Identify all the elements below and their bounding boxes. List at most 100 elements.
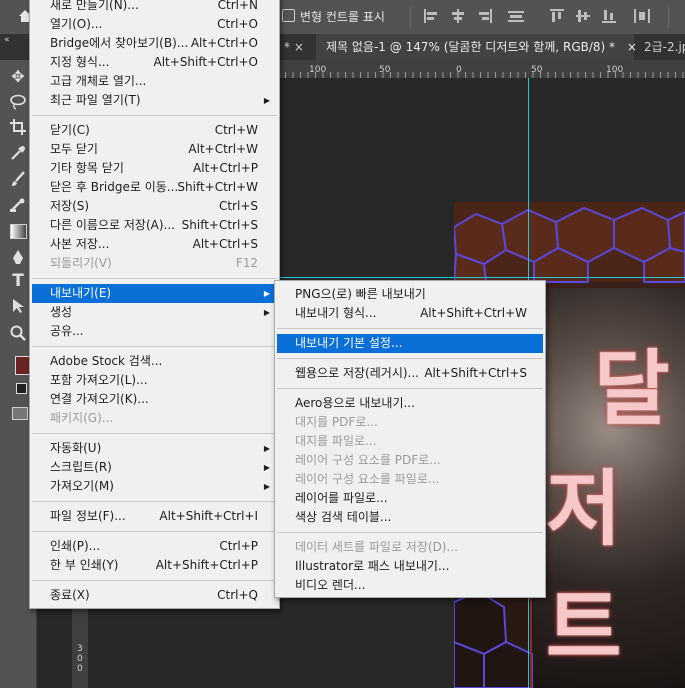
menu-item-label: 되돌리기(V) <box>50 256 112 270</box>
export-submenu: PNG으(로) 빠른 내보내기 내보내기 형식... Alt+Shift+Ctrl+… <box>274 280 546 598</box>
export_submenu-item-12[interactable]: 레이어를 파일로... <box>277 489 543 508</box>
crop-tool-icon[interactable] <box>6 116 30 138</box>
export_submenu-item-13[interactable]: 색상 검색 테이블... <box>277 508 543 527</box>
menu-item-shortcut: Ctrl+W <box>214 123 258 137</box>
menu-separator <box>32 278 277 279</box>
menu-item-label: 최근 파일 열기(T) <box>50 93 141 107</box>
ruler-label: 3 <box>77 644 83 654</box>
menu-item-label: 새로 만들기(N)... <box>50 0 139 12</box>
menu-item-shortcut: Alt+Ctrl+O <box>190 36 258 50</box>
file_menu-item-10[interactable]: 닫은 후 Bridge로 이동... Shift+Ctrl+W <box>32 178 276 197</box>
align-top-icon[interactable] <box>550 9 566 23</box>
submenu-arrow-icon: ▶ <box>263 289 270 298</box>
submenu-arrow-icon: ▶ <box>263 444 270 453</box>
menu-item-label: 열기(O)... <box>50 17 103 31</box>
distribute-vertical-icon[interactable] <box>634 9 650 23</box>
menu-item-label: 포함 가져오기(L)... <box>50 373 148 387</box>
menu-item-label: 종료(X) <box>50 588 90 602</box>
file_menu-item-8[interactable]: 모두 닫기 Alt+Ctrl+W <box>32 140 276 159</box>
collapse-panels-icon[interactable]: « <box>4 34 10 46</box>
gradient-tool-icon[interactable] <box>6 220 30 242</box>
menu-item-label: Aero용으로 내보내기... <box>295 396 415 410</box>
align-middle-icon[interactable] <box>576 9 592 23</box>
quick-mask-icon[interactable] <box>12 407 28 420</box>
menu-item-label: 저장(S) <box>50 199 90 213</box>
file_menu-item-22[interactable]: 연결 가져오기(K)... <box>32 390 276 409</box>
file_menu-item-0[interactable]: 새로 만들기(N)... Ctrl+N <box>32 0 276 15</box>
menu-item-label: 내보내기 기본 설정... <box>295 336 403 350</box>
file_menu-item-21[interactable]: 포함 가져오기(L)... <box>32 371 276 390</box>
file_menu-item-1[interactable]: 열기(O)... Ctrl+O <box>32 15 276 34</box>
menu-item-shortcut: Alt+Shift+Ctrl+I <box>159 509 258 523</box>
align-right-icon[interactable] <box>476 9 492 23</box>
menu-separator <box>32 501 277 502</box>
file_menu-item-29[interactable]: 파일 정보(F)... Alt+Shift+Ctrl+I <box>32 507 276 526</box>
menu-item-label: 데이터 세트를 파일로 저장(D)... <box>295 540 458 554</box>
export_submenu-item-9: 대지를 파일로... <box>277 432 543 451</box>
file_menu-item-25[interactable]: 자동화(U) ▶ <box>32 439 276 458</box>
export_submenu-item-1[interactable]: 내보내기 형식... Alt+Shift+Ctrl+W <box>277 304 543 323</box>
file_menu-item-14: 되돌리기(V) F12 <box>32 254 276 273</box>
align-bottom-icon[interactable] <box>602 9 618 23</box>
menu-item-label: 패키지(G)... <box>50 411 114 425</box>
export_submenu-item-7[interactable]: Aero용으로 내보내기... <box>277 394 543 413</box>
align-distribute-icon[interactable] <box>508 9 524 23</box>
tab-active-document[interactable]: 제목 없음-1 @ 147% (달콤한 디저트와 함께, RGB/8) * × <box>316 34 637 60</box>
export_submenu-item-5[interactable]: 웹용으로 저장(레거시)... Alt+Shift+Ctrl+S <box>277 364 543 383</box>
menu-separator <box>277 532 543 533</box>
export_submenu-item-16[interactable]: Illustrator로 패스 내보내기... <box>277 557 543 576</box>
menu-item-label: 닫기(C) <box>50 123 90 137</box>
file_menu-item-4[interactable]: 고급 개체로 열기... <box>32 72 276 91</box>
menu-item-label: 대지를 파일로... <box>295 434 377 448</box>
file_menu-item-11[interactable]: 저장(S) Ctrl+S <box>32 197 276 216</box>
align-center-icon[interactable] <box>450 9 466 23</box>
file_menu-item-12[interactable]: 다른 이름으로 저장(A)... Shift+Ctrl+S <box>32 216 276 235</box>
file_menu-item-31[interactable]: 인쇄(P)... Ctrl+P <box>32 537 276 556</box>
menu-item-shortcut: Shift+Ctrl+W <box>177 180 258 194</box>
clone-stamp-tool-icon[interactable] <box>6 194 30 216</box>
swap-colors-icon[interactable] <box>16 383 27 394</box>
menu-item-label: 파일 정보(F)... <box>50 509 126 523</box>
transform-controls-checkbox[interactable] <box>282 9 295 22</box>
move-tool-icon[interactable]: ✥ <box>6 66 30 88</box>
file_menu-item-34[interactable]: 종료(X) Ctrl+Q <box>32 586 276 605</box>
type-tool-icon[interactable]: T <box>6 270 30 292</box>
file_menu-item-26[interactable]: 스크립트(R) ▶ <box>32 458 276 477</box>
tab-previous-document[interactable]: * × <box>280 34 318 60</box>
export_submenu-item-15: 데이터 세트를 파일로 저장(D)... <box>277 538 543 557</box>
tab-next-document[interactable]: 2급-2.jp <box>640 34 685 60</box>
pen-tool-icon[interactable] <box>6 246 30 268</box>
export_submenu-item-10: 레이어 구성 요소를 PDF로... <box>277 451 543 470</box>
file_menu-item-18[interactable]: 공유... <box>32 322 276 341</box>
menu-item-label: 내보내기(E) <box>50 286 112 300</box>
menu-item-label: 내보내기 형식... <box>295 306 377 320</box>
file_menu-item-9[interactable]: 기타 항목 닫기 Alt+Ctrl+P <box>32 159 276 178</box>
menu-item-label: 생성 <box>50 305 73 319</box>
file_menu-item-7[interactable]: 닫기(C) Ctrl+W <box>32 121 276 140</box>
eyedropper-tool-icon[interactable] <box>6 142 30 164</box>
zoom-tool-icon[interactable] <box>6 322 30 344</box>
brush-tool-icon[interactable] <box>6 168 30 190</box>
menu-separator <box>277 328 543 329</box>
export_submenu-item-0[interactable]: PNG으(로) 빠른 내보내기 <box>277 285 543 304</box>
path-selection-tool-icon[interactable] <box>6 295 30 317</box>
menu-item-shortcut: F12 <box>235 256 258 270</box>
export_submenu-item-3[interactable]: 내보내기 기본 설정... <box>277 334 543 353</box>
file_menu-item-16[interactable]: 내보내기(E) ▶ <box>32 284 276 303</box>
file_menu-item-3[interactable]: 지정 형식... Alt+Shift+Ctrl+O <box>32 53 276 72</box>
file_menu-item-20[interactable]: Adobe Stock 검색... <box>32 352 276 371</box>
ruler-label: 0 <box>77 664 83 674</box>
close-icon[interactable]: × <box>627 40 637 54</box>
menu-item-shortcut: Ctrl+Q <box>217 588 258 602</box>
file_menu-item-5[interactable]: 최근 파일 열기(T) ▶ <box>32 91 276 110</box>
file_menu-item-17[interactable]: 생성 ▶ <box>32 303 276 322</box>
menu-item-shortcut: Shift+Ctrl+S <box>181 218 258 232</box>
file_menu-item-32[interactable]: 한 부 인쇄(Y) Alt+Shift+Ctrl+P <box>32 556 276 575</box>
file_menu-item-27[interactable]: 가져오기(M) ▶ <box>32 477 276 496</box>
file_menu-item-2[interactable]: Bridge에서 찾아보기(B)... Alt+Ctrl+O <box>32 34 276 53</box>
export_submenu-item-17[interactable]: 비디오 렌더... <box>277 576 543 595</box>
menu-item-label: 지정 형식... <box>50 55 110 69</box>
lasso-tool-icon[interactable] <box>6 91 30 113</box>
align-left-icon[interactable] <box>424 9 440 23</box>
file_menu-item-13[interactable]: 사본 저장... Alt+Ctrl+S <box>32 235 276 254</box>
